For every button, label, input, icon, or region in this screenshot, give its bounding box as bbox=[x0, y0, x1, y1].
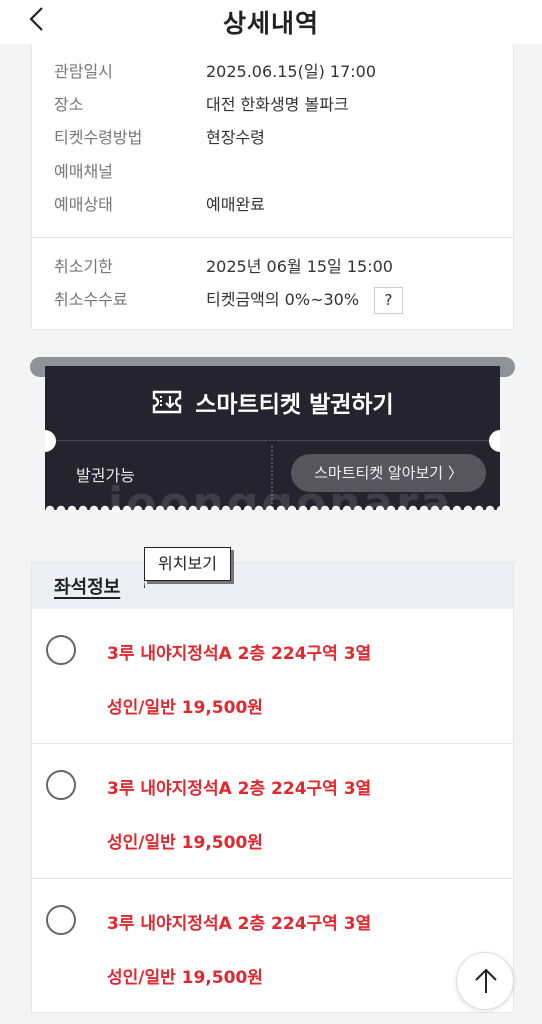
seat-location: 3루 내야지정석A 2층 224구역 3열 bbox=[107, 914, 372, 934]
ticket-notch-right bbox=[489, 430, 500, 452]
issue-button-label: 스마트티켓 발권하기 bbox=[195, 392, 394, 418]
view-location-tooltip[interactable]: 위치보기 bbox=[144, 547, 231, 588]
issue-smart-ticket-button[interactable]: 스마트티켓 발권하기 bbox=[45, 382, 500, 422]
seat-list-item[interactable]: 3루 내야지정석A 2층 224구역 3열 성인/일반 19,500원 bbox=[32, 879, 513, 1014]
detail-label: 취소기한 bbox=[54, 257, 113, 276]
detail-value: 티켓금액의 0%~30% bbox=[206, 290, 360, 309]
detail-label: 취소수수료 bbox=[54, 290, 128, 309]
ticket-notch-left bbox=[45, 430, 56, 452]
detail-value: 예매완료 bbox=[206, 195, 265, 214]
detail-value: 대전 한화생명 볼파크 bbox=[206, 95, 349, 114]
ticket-download-icon bbox=[153, 390, 182, 414]
detail-label: 예매상태 bbox=[54, 195, 113, 214]
smart-ticket-card: 스마트티켓 발권하기 발권가능 스마트티켓 알아보기 〉 bbox=[45, 366, 500, 510]
detail-value: 2025년 06월 15일 15:00 bbox=[206, 257, 393, 276]
seat-info-header: 좌석정보 bbox=[32, 563, 513, 609]
ticket-divider bbox=[45, 440, 500, 441]
seat-list-item[interactable]: 3루 내야지정석A 2층 224구역 3열 성인/일반 19,500원 bbox=[32, 609, 513, 744]
scroll-to-top-button[interactable] bbox=[456, 952, 514, 1010]
divider bbox=[32, 237, 513, 238]
cancel-fee-help-button[interactable]: ? bbox=[374, 287, 403, 314]
detail-label: 장소 bbox=[54, 95, 84, 114]
ticket-perforation bbox=[271, 446, 273, 504]
seat-info-title[interactable]: 좌석정보 bbox=[54, 573, 120, 599]
seat-info-card: 좌석정보 3루 내야지정석A 2층 224구역 3열 성인/일반 19,500원… bbox=[31, 562, 514, 1013]
seat-price: 성인/일반 19,500원 bbox=[107, 698, 263, 718]
arrow-up-icon bbox=[475, 968, 497, 993]
detail-value: 2025.06.15(일) 17:00 bbox=[206, 62, 377, 81]
seat-select-radio[interactable] bbox=[46, 635, 76, 665]
seat-location: 3루 내야지정석A 2층 224구역 3열 bbox=[107, 779, 372, 799]
ticket-scallop-edge bbox=[45, 505, 500, 510]
detail-label: 예매채널 bbox=[54, 162, 113, 181]
detail-label: 관람일시 bbox=[54, 62, 113, 81]
page-title: 상세내역 bbox=[222, 9, 319, 38]
booking-info-card: 관람일시 2025.06.15(일) 17:00 장소 대전 한화생명 볼파크 … bbox=[31, 44, 514, 330]
seat-list-item[interactable]: 3루 내야지정석A 2층 224구역 3열 성인/일반 19,500원 bbox=[32, 744, 513, 879]
seat-price: 성인/일반 19,500원 bbox=[107, 833, 263, 853]
header: 상세내역 bbox=[0, 0, 542, 44]
seat-select-radio[interactable] bbox=[46, 905, 76, 935]
detail-value: 현장수령 bbox=[206, 128, 265, 147]
issue-status-label: 발권가능 bbox=[76, 466, 135, 485]
detail-label: 티켓수령방법 bbox=[54, 128, 143, 147]
seat-location: 3루 내야지정석A 2층 224구역 3열 bbox=[107, 644, 372, 664]
seat-price: 성인/일반 19,500원 bbox=[107, 968, 263, 988]
learn-smart-ticket-button[interactable]: 스마트티켓 알아보기 〉 bbox=[291, 454, 486, 492]
seat-select-radio[interactable] bbox=[46, 770, 76, 800]
